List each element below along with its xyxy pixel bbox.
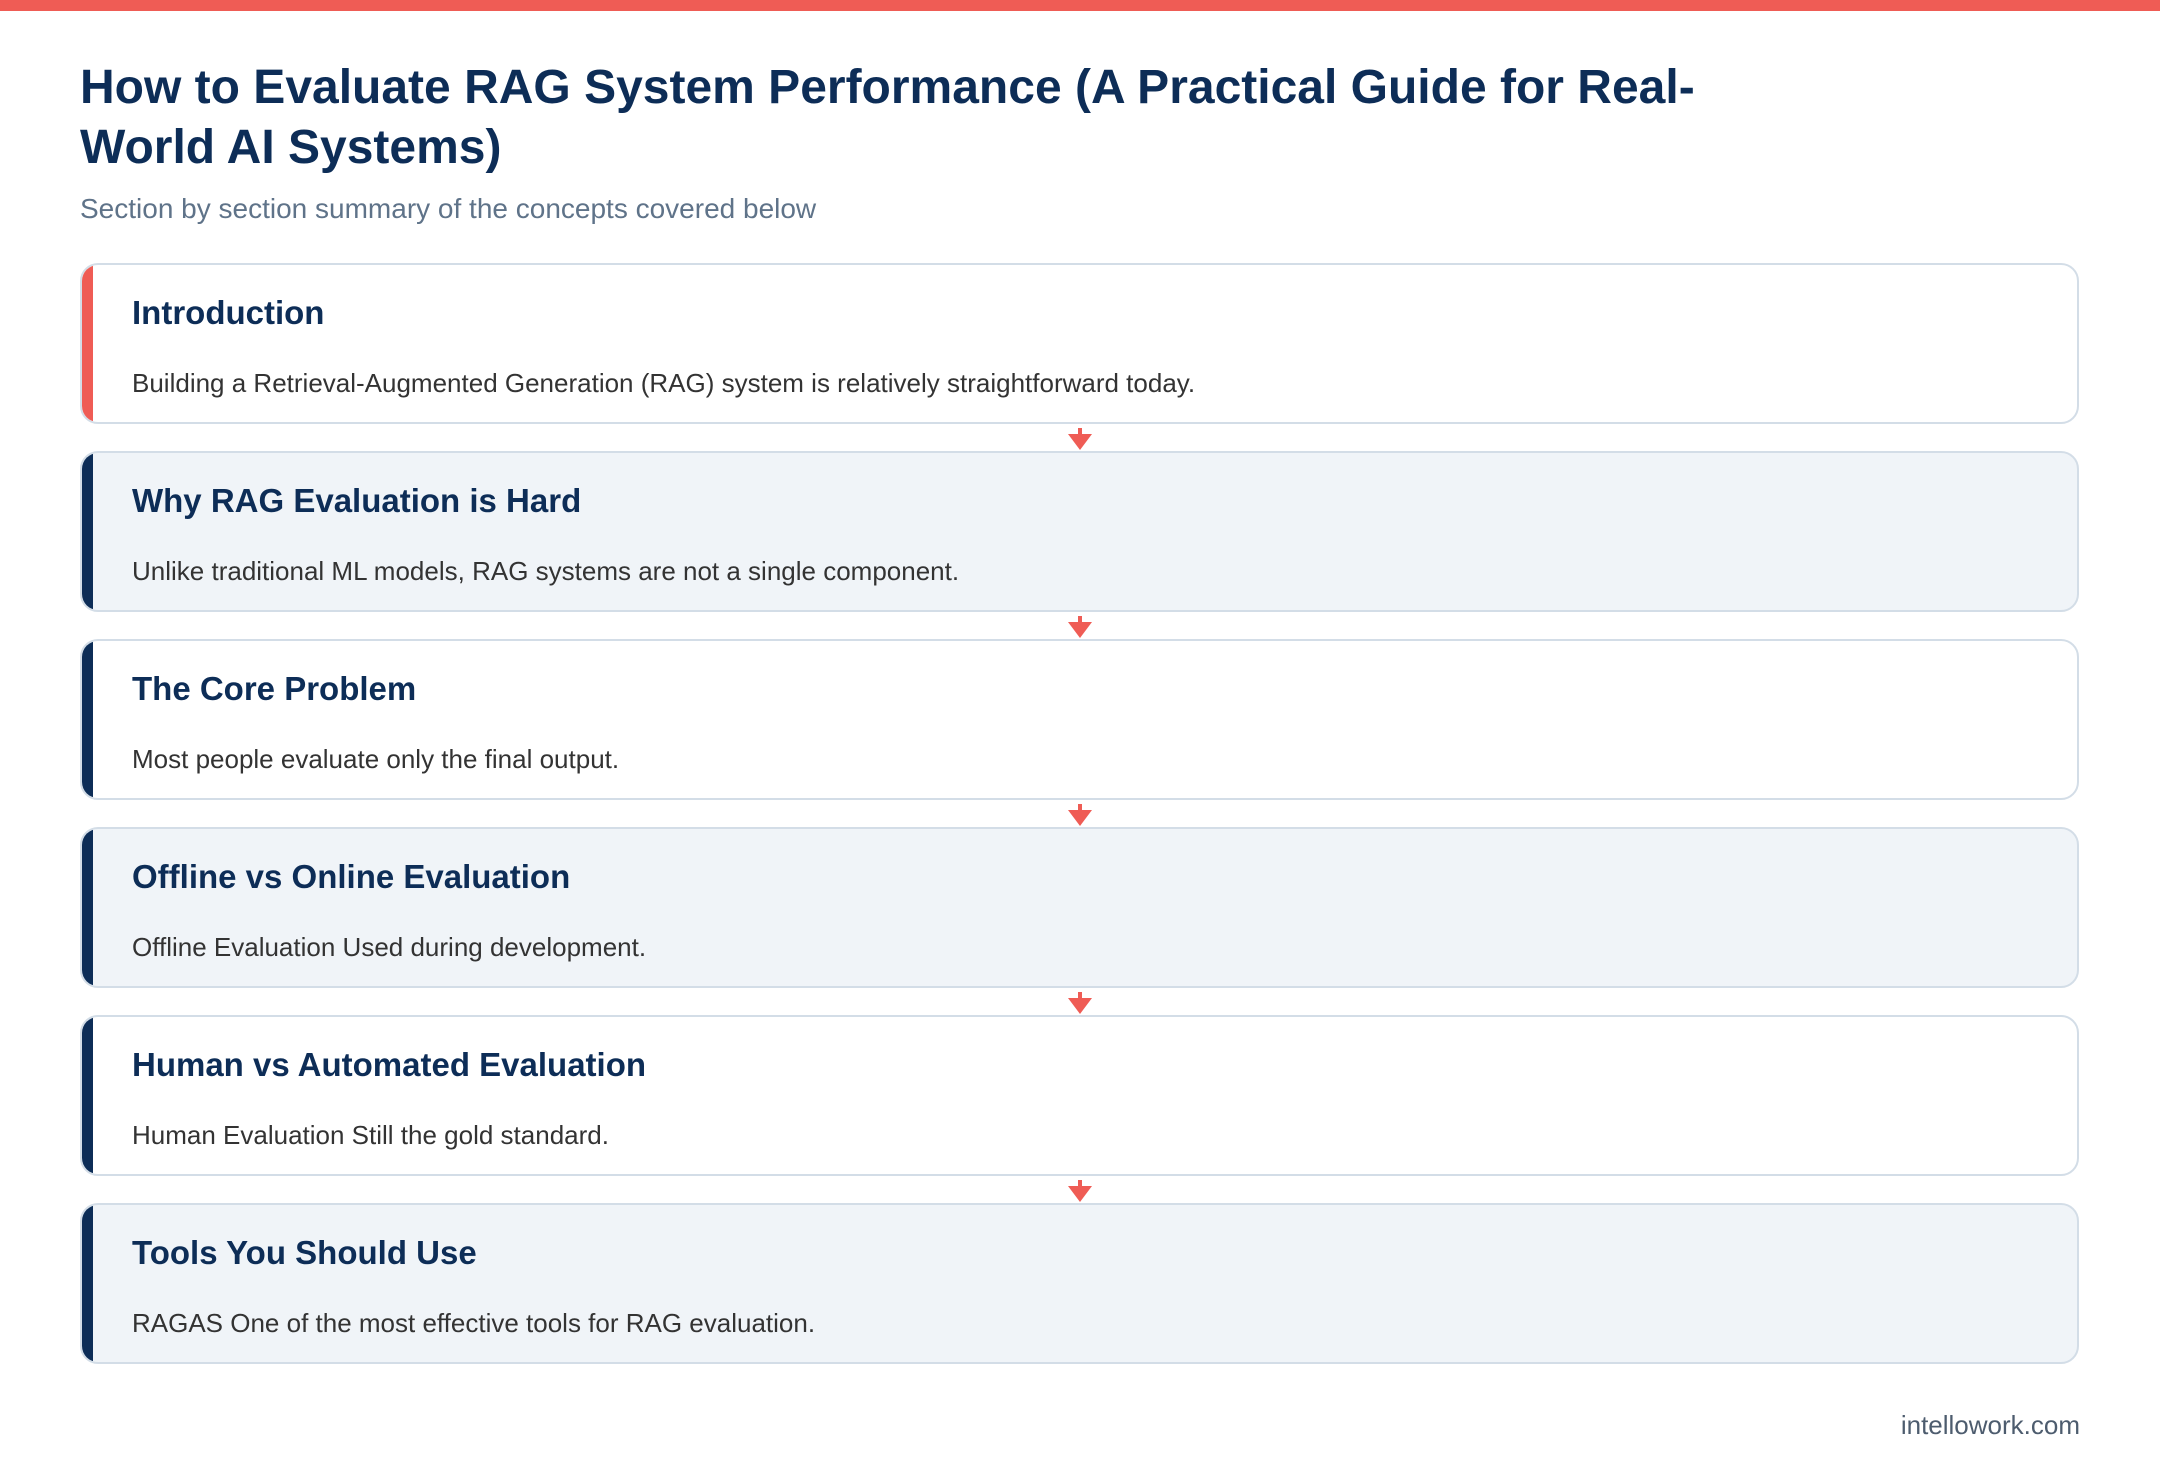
page-title: How to Evaluate RAG System Performance (… xyxy=(80,61,1695,174)
card-accent-bar xyxy=(82,265,93,422)
section-card-core-problem: The Core Problem Most people evaluate on… xyxy=(80,639,2079,800)
section-card-why-rag-evaluation-is-hard: Why RAG Evaluation is Hard Unlike tradit… xyxy=(80,451,2079,612)
footer-site: intellowork.com xyxy=(1900,1410,2080,1440)
card-accent-bar xyxy=(82,829,93,986)
arrow-down-icon xyxy=(1068,804,1092,826)
section-card-human-vs-automated: Human vs Automated Evaluation Human Eval… xyxy=(80,1015,2079,1176)
flow-connector xyxy=(80,988,2079,1015)
section-card-tools: Tools You Should Use RAGAS One of the mo… xyxy=(80,1203,2079,1364)
card-accent-bar xyxy=(82,453,93,610)
section-card-offline-vs-online: Offline vs Online Evaluation Offline Eva… xyxy=(80,827,2079,988)
arrow-down-icon xyxy=(1068,992,1092,1014)
section-summary: RAGAS One of the most effective tools fo… xyxy=(132,1308,816,1338)
section-title: Human vs Automated Evaluation xyxy=(132,1046,647,1083)
arrow-down-icon xyxy=(1068,1180,1092,1202)
section-title: Introduction xyxy=(132,294,325,331)
section-summary: Unlike traditional ML models, RAG system… xyxy=(132,556,960,586)
top-accent-bar xyxy=(0,0,2160,11)
flow-connector xyxy=(80,424,2079,451)
section-summary: Offline Evaluation Used during developme… xyxy=(132,932,647,962)
arrow-down-icon xyxy=(1068,428,1092,450)
arrow-down-icon xyxy=(1068,616,1092,638)
section-title: Offline vs Online Evaluation xyxy=(132,858,571,895)
section-title: Why RAG Evaluation is Hard xyxy=(132,482,582,519)
section-title: The Core Problem xyxy=(132,670,417,707)
flow-connector xyxy=(80,800,2079,827)
section-summary: Building a Retrieval-Augmented Generatio… xyxy=(132,368,1196,398)
flow-connector xyxy=(80,1176,2079,1203)
card-accent-bar xyxy=(82,1205,93,1362)
section-title: Tools You Should Use xyxy=(132,1234,477,1271)
card-accent-bar xyxy=(82,641,93,798)
section-summary: Most people evaluate only the final outp… xyxy=(132,744,620,774)
section-card-introduction: Introduction Building a Retrieval-Augmen… xyxy=(80,263,2079,424)
page-subtitle: Section by section summary of the concep… xyxy=(80,193,817,224)
card-accent-bar xyxy=(82,1017,93,1174)
section-flow: Introduction Building a Retrieval-Augmen… xyxy=(80,263,2079,1364)
section-summary: Human Evaluation Still the gold standard… xyxy=(132,1120,609,1150)
flow-connector xyxy=(80,612,2079,639)
